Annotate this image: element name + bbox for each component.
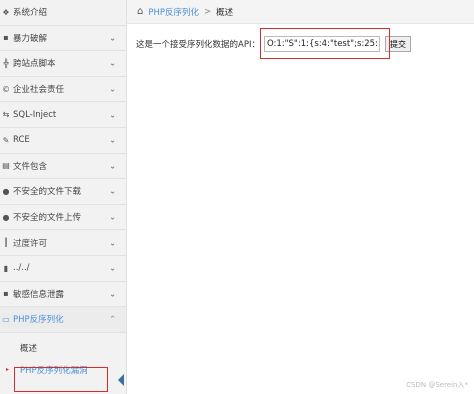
sidebar-item-brute-force[interactable]: ▪ 暴力破解 ⌄ (0, 26, 126, 52)
chevron-down-icon: ⌄ (109, 110, 116, 120)
sidebar-item-label: PHP反序列化 (13, 315, 64, 326)
monitor-icon: ▭ (2, 314, 10, 324)
sidebar-item-over-permission[interactable]: ┃ 过度许可 ⌄ (0, 230, 126, 256)
chevron-down-icon: ⌄ (109, 161, 116, 171)
sidebar-item-label: 跨站点脚本 (13, 59, 56, 70)
sidebar-item-info-leak[interactable]: ▪ 敏感信息泄露 ⌄ (0, 282, 126, 308)
upload-icon: ● (2, 212, 10, 222)
file-icon: ▤ (2, 161, 10, 171)
breadcrumb-current: 概述 (216, 7, 234, 18)
sidebar-item-rce[interactable]: ✎ RCE ⌄ (0, 128, 126, 154)
highlight-box-subitem (14, 367, 108, 392)
network-icon: ╬ (3, 58, 9, 68)
download-icon: ● (2, 186, 10, 196)
sidebar-item-label: 不安全的文件下载 (13, 187, 82, 198)
sidebar-item-label: 文件包含 (13, 161, 48, 172)
active-indicator-icon (118, 374, 124, 386)
bars-icon: ▮ (3, 263, 9, 273)
stack-icon: ┃ (3, 238, 9, 248)
highlight-box-input (260, 28, 390, 59)
sidebar-item-label: 敏感信息泄露 (13, 289, 65, 300)
pencil-icon: ✎ (2, 135, 10, 145)
sidebar-item-file-include[interactable]: ▤ 文件包含 ⌄ (0, 154, 126, 180)
sidebar-item-label: 暴力破解 (13, 33, 48, 44)
copyright-icon: © (2, 84, 10, 94)
sidebar-item-php-unserialize[interactable]: ▭ PHP反序列化 ⌃ (0, 307, 126, 333)
sidebar-item-unsafe-upload[interactable]: ● 不安全的文件上传 ⌄ (0, 205, 126, 231)
code-icon: ⇆ (2, 110, 10, 120)
sidebar-item-dir-traversal[interactable]: ▮ ../../ ⌄ (0, 256, 126, 282)
chevron-down-icon: ⌄ (109, 263, 116, 273)
chevron-down-icon: ⌄ (109, 58, 116, 68)
watermark: CSDN @Serein入* (406, 381, 468, 389)
lock-icon: ▪ (3, 33, 9, 43)
sidebar-item-unsafe-download[interactable]: ● 不安全的文件下载 ⌄ (0, 179, 126, 205)
sidebar-item-csr[interactable]: © 企业社会责任 ⌄ (0, 77, 126, 103)
sidebar-item-label: 过度许可 (13, 238, 48, 249)
breadcrumb-link[interactable]: PHP反序列化 (148, 6, 199, 18)
breadcrumb-separator: > (204, 6, 212, 17)
chevron-down-icon: ⌄ (109, 135, 116, 145)
sidebar-item-intro[interactable]: ❖ 系统介绍 (0, 0, 126, 26)
sidebar-item-label: RCE (13, 135, 30, 146)
chevron-up-icon: ⌃ (109, 314, 116, 324)
chat-icon: ❖ (2, 7, 10, 17)
sidebar-item-label: 不安全的文件上传 (13, 213, 82, 224)
sidebar-item-label: SQL-Inject (13, 109, 57, 120)
chevron-down-icon: ⌄ (109, 238, 116, 248)
chevron-down-icon: ⌄ (109, 33, 116, 43)
sidebar-item-label: 系统介绍 (13, 8, 48, 19)
sidebar-subitem-label: 概述 (20, 343, 38, 354)
eye-icon: ▪ (3, 289, 9, 299)
chevron-down-icon: ⌄ (109, 186, 116, 196)
sidebar-item-label: ../../ (13, 263, 30, 274)
breadcrumb: ⌂ PHP反序列化 > 概述 (127, 0, 474, 24)
home-icon[interactable]: ⌂ (137, 6, 143, 17)
chevron-down-icon: ⌄ (109, 84, 116, 94)
chevron-down-icon: ⌄ (109, 212, 116, 222)
sidebar: ❖ 系统介绍 ▪ 暴力破解 ⌄ ╬ 跨站点脚本 ⌄ © 企业社会责任 ⌄ ⇆ S… (0, 0, 127, 394)
sidebar-item-xss[interactable]: ╬ 跨站点脚本 ⌄ (0, 51, 126, 77)
sidebar-item-sql-inject[interactable]: ⇆ SQL-Inject ⌄ (0, 102, 126, 128)
bullet-icon: ▸ (6, 366, 10, 374)
api-prompt: 这是一个接受序列化数据的API： (136, 40, 260, 50)
sidebar-subitem-overview[interactable]: 概述 (0, 337, 126, 359)
sidebar-item-label: 企业社会责任 (13, 85, 65, 96)
chevron-down-icon: ⌄ (109, 289, 116, 299)
